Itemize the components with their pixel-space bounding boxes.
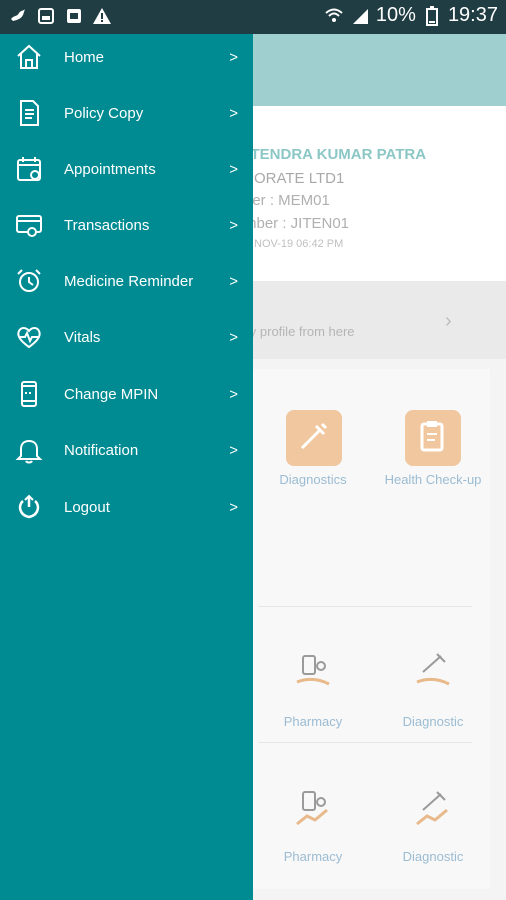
drawer-item-transactions[interactable]: Transactions > — [0, 197, 253, 253]
image-notification-icon — [36, 6, 56, 26]
drawer-item-appointments[interactable]: Appointments > — [0, 141, 253, 197]
syringe-icon — [296, 418, 332, 459]
drawer-item-notification[interactable]: Notification > — [0, 422, 253, 478]
drawer-item-home[interactable]: Home > — [0, 29, 253, 85]
alarm-clock-icon — [14, 266, 44, 296]
drawer-item-label: Vitals — [64, 328, 101, 346]
navigation-drawer: Home > Policy Copy > Appointments > Tran… — [0, 34, 253, 900]
drawer-item-medicine-reminder[interactable]: Medicine Reminder > — [0, 253, 253, 309]
syringe-hand-icon[interactable] — [413, 650, 453, 694]
divider — [258, 742, 472, 743]
pharmacy-label-2: Pharmacy — [283, 849, 343, 864]
calendar-icon — [14, 154, 44, 184]
heart-pulse-icon — [14, 322, 44, 352]
drawer-item-vitals[interactable]: Vitals > — [0, 309, 253, 365]
syringe-graph-icon[interactable] — [413, 788, 453, 832]
drawer-item-policy-copy[interactable]: Policy Copy > — [0, 85, 253, 141]
drawer-item-label: Logout — [64, 498, 110, 516]
diagnostic-label: Diagnostic — [402, 714, 464, 729]
chevron-right-icon: > — [229, 160, 238, 178]
wifi-icon — [324, 6, 344, 26]
status-system: 10% 19:37 — [324, 4, 498, 27]
status-notifications — [8, 6, 112, 26]
drawer-item-label: Notification — [64, 441, 139, 459]
pharmacy-graph-icon[interactable] — [293, 788, 333, 832]
battery-icon — [422, 5, 442, 26]
member-name: JITENDRA KUMAR PATRA — [238, 146, 427, 163]
chevron-right-icon: > — [229, 104, 238, 122]
bell-icon — [14, 435, 44, 465]
divider — [258, 606, 472, 607]
chevron-right-icon: > — [229, 385, 238, 403]
pharmacy-hand-icon[interactable] — [293, 650, 333, 694]
chevron-right-icon: > — [229, 216, 238, 234]
diagnostics-label: Diagnostics — [279, 472, 347, 487]
clock: 19:37 — [447, 4, 498, 26]
battery-percent: 10% — [375, 4, 416, 26]
power-icon — [14, 492, 44, 522]
member-number: ber : MEM01 — [244, 192, 330, 209]
home-icon — [14, 42, 44, 72]
signal-icon — [350, 6, 370, 26]
drawer-item-label: Medicine Reminder — [64, 272, 194, 290]
chevron-right-icon: > — [229, 441, 238, 459]
drawer-item-logout[interactable]: Logout > — [0, 479, 253, 535]
chevron-right-icon: > — [229, 328, 238, 346]
chevron-right-icon: > — [229, 498, 238, 516]
drawer-item-label: Change MPIN — [64, 385, 159, 403]
warning-icon — [92, 6, 112, 26]
clipboard-icon — [415, 418, 451, 459]
phone-icon — [14, 379, 44, 409]
drawer-item-label: Appointments — [64, 160, 156, 178]
drawer-item-label: Transactions — [64, 216, 150, 234]
employee-number: mber : JITEN01 — [244, 215, 350, 232]
chevron-right-icon: › — [445, 310, 452, 332]
document-icon — [14, 98, 44, 128]
drawer-item-label: Home — [64, 48, 105, 66]
diagnostic-label-2: Diagnostic — [402, 849, 464, 864]
drawer-item-change-mpin[interactable]: Change MPIN > — [0, 366, 253, 422]
bird-notification-icon — [8, 6, 28, 26]
company-name: PORATE LTD1 — [244, 170, 345, 187]
family-profile-text: ily profile from here — [244, 324, 355, 339]
last-login: NOV-19 06:42 PM — [254, 238, 344, 250]
drawer-item-label: Policy Copy — [64, 104, 144, 122]
chevron-right-icon: > — [229, 48, 238, 66]
gallery-notification-icon — [64, 6, 84, 26]
pharmacy-label: Pharmacy — [283, 714, 343, 729]
diagnostics-tile[interactable] — [286, 410, 342, 466]
chevron-right-icon: > — [229, 272, 238, 290]
health-checkup-tile[interactable] — [405, 410, 461, 466]
card-icon — [14, 210, 44, 240]
health-checkup-label: Health Check-up — [384, 472, 482, 487]
